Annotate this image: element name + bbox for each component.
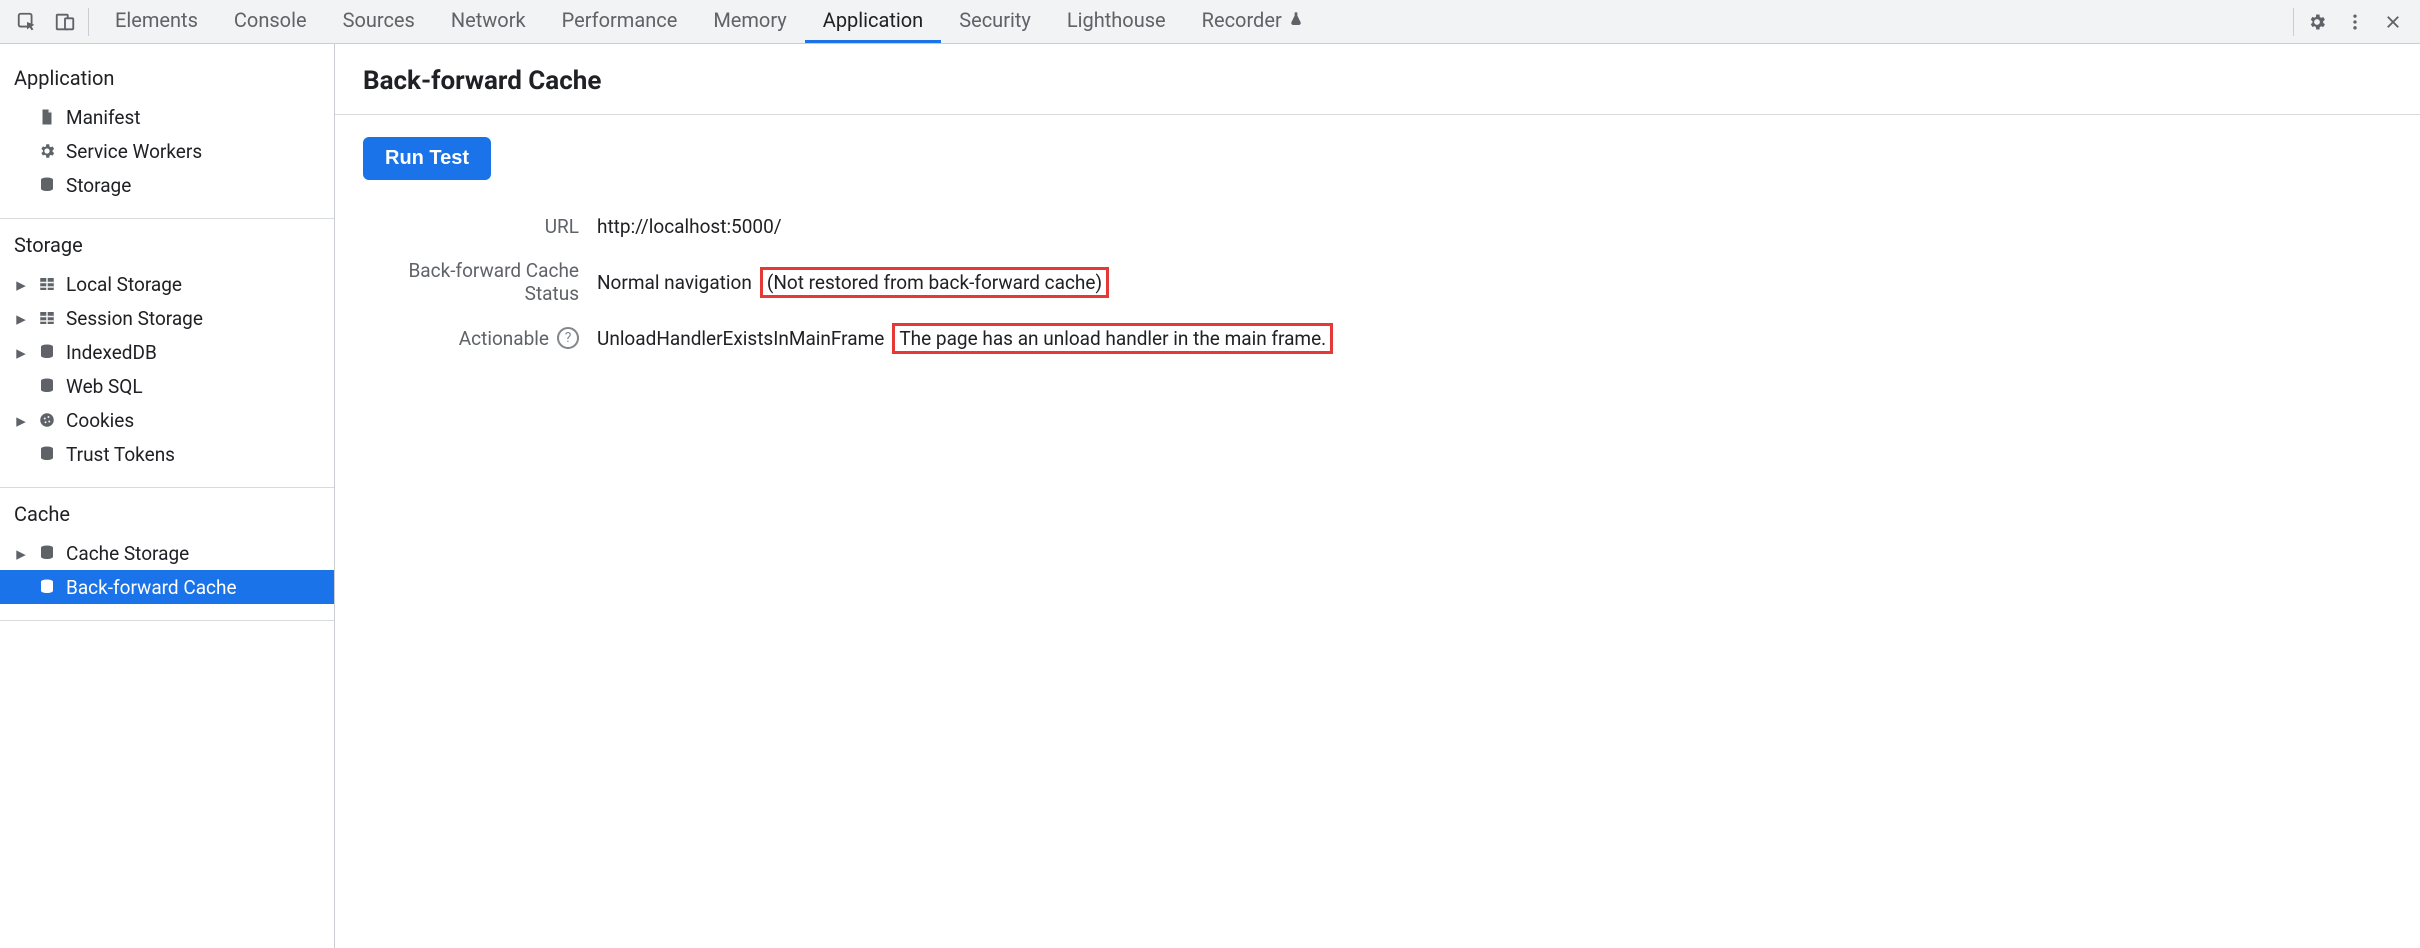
chevron-right-icon[interactable]: ▸ bbox=[14, 311, 28, 325]
sidebar-section-title: Cache bbox=[0, 488, 334, 534]
sidebar-item-service-workers[interactable]: ▸ Service Workers bbox=[0, 134, 334, 168]
sidebar-item-web-sql[interactable]: ▸ Web SQL bbox=[0, 369, 334, 403]
chevron-right-icon[interactable]: ▸ bbox=[14, 413, 28, 427]
tab-label: Elements bbox=[115, 8, 198, 32]
sidebar-item-label: Cookies bbox=[66, 409, 134, 432]
content-panel: Back-forward Cache Run Test URL http://l… bbox=[335, 44, 2420, 948]
sidebar-item-label: IndexedDB bbox=[66, 341, 157, 364]
tab-label: Network bbox=[451, 8, 526, 32]
sidebar-section-application: ▸ Manifest ▸ Service Workers ▸ Storage bbox=[0, 98, 334, 212]
page-title: Back-forward Cache bbox=[335, 44, 2420, 115]
storage-icon bbox=[36, 542, 58, 564]
file-icon bbox=[36, 106, 58, 128]
tab-label: Application bbox=[823, 8, 923, 32]
tab-console[interactable]: Console bbox=[216, 0, 325, 43]
tab-label: Console bbox=[234, 8, 307, 32]
sidebar-item-storage[interactable]: ▸ Storage bbox=[0, 168, 334, 202]
bfcache-report: URL http://localhost:5000/ Back-forward … bbox=[335, 190, 2420, 374]
storage-icon bbox=[36, 341, 58, 363]
table-icon bbox=[36, 273, 58, 295]
sidebar-item-label: Service Workers bbox=[66, 140, 202, 163]
chevron-right-icon[interactable]: ▸ bbox=[14, 277, 28, 291]
report-label: URL bbox=[363, 215, 597, 238]
devtools-tabstrip: Elements Console Sources Network Perform… bbox=[0, 0, 2420, 44]
sidebar-section-title: Application bbox=[0, 52, 334, 98]
tab-lighthouse[interactable]: Lighthouse bbox=[1049, 0, 1184, 43]
report-row-actionable: Actionable ? UnloadHandlerExistsInMainFr… bbox=[363, 310, 2392, 366]
sidebar-item-label: Local Storage bbox=[66, 273, 182, 296]
more-vert-icon[interactable] bbox=[2342, 9, 2368, 35]
table-icon bbox=[36, 307, 58, 329]
chevron-right-icon[interactable]: ▸ bbox=[14, 546, 28, 560]
tab-label: Recorder bbox=[1202, 8, 1282, 32]
sidebar-section-title: Storage bbox=[0, 219, 334, 265]
application-sidebar: Application ▸ Manifest ▸ Service Workers… bbox=[0, 44, 335, 948]
storage-icon bbox=[36, 174, 58, 196]
sidebar-item-session-storage[interactable]: ▸ Session Storage bbox=[0, 301, 334, 335]
actionable-message-highlight: The page has an unload handler in the ma… bbox=[892, 323, 1333, 354]
status-text: Normal navigation bbox=[597, 271, 752, 294]
sidebar-item-back-forward-cache[interactable]: ▸ Back-forward Cache bbox=[0, 570, 334, 604]
sidebar-item-label: Cache Storage bbox=[66, 542, 189, 565]
cookie-icon bbox=[36, 409, 58, 431]
flask-icon bbox=[1288, 8, 1304, 32]
sidebar-item-label: Back-forward Cache bbox=[66, 576, 237, 599]
sidebar-item-label: Storage bbox=[66, 174, 131, 197]
tab-label: Security bbox=[959, 8, 1031, 32]
sidebar-item-label: Manifest bbox=[66, 106, 141, 129]
tab-label: Performance bbox=[562, 8, 678, 32]
sidebar-item-label: Trust Tokens bbox=[66, 443, 175, 466]
tab-performance[interactable]: Performance bbox=[544, 0, 696, 43]
sidebar-item-indexeddb[interactable]: ▸ IndexedDB bbox=[0, 335, 334, 369]
settings-icon[interactable] bbox=[2304, 9, 2330, 35]
report-row-url: URL http://localhost:5000/ bbox=[363, 198, 2392, 254]
report-row-status: Back-forward Cache Status Normal navigat… bbox=[363, 254, 2392, 310]
tab-sources[interactable]: Sources bbox=[325, 0, 433, 43]
help-icon[interactable]: ? bbox=[557, 327, 579, 349]
storage-icon bbox=[36, 375, 58, 397]
sidebar-item-cookies[interactable]: ▸ Cookies bbox=[0, 403, 334, 437]
report-label: Back-forward Cache Status bbox=[363, 259, 597, 305]
chevron-right-icon[interactable]: ▸ bbox=[14, 345, 28, 359]
tab-label: Memory bbox=[713, 8, 786, 32]
report-label-text: Actionable bbox=[459, 327, 549, 350]
sidebar-section-storage: ▸ Local Storage ▸ Session Storage ▸ Inde… bbox=[0, 265, 334, 481]
status-not-restored-highlight: (Not restored from back-forward cache) bbox=[760, 267, 1109, 298]
inspect-element-icon[interactable] bbox=[14, 9, 40, 35]
run-test-row: Run Test bbox=[335, 115, 2420, 190]
tab-elements[interactable]: Elements bbox=[97, 0, 216, 43]
sidebar-item-label: Web SQL bbox=[66, 375, 143, 398]
tab-label: Sources bbox=[343, 8, 415, 32]
tabstrip-left-tools bbox=[4, 8, 89, 36]
tabstrip-right-tools bbox=[2293, 8, 2416, 36]
report-value: UnloadHandlerExistsInMainFrame The page … bbox=[597, 323, 1333, 354]
workspace: Application ▸ Manifest ▸ Service Workers… bbox=[0, 44, 2420, 948]
sidebar-item-manifest[interactable]: ▸ Manifest bbox=[0, 100, 334, 134]
actionable-reason-code: UnloadHandlerExistsInMainFrame bbox=[597, 327, 884, 350]
device-toggle-icon[interactable] bbox=[52, 9, 78, 35]
sidebar-item-local-storage[interactable]: ▸ Local Storage bbox=[0, 267, 334, 301]
sidebar-section-cache: ▸ Cache Storage ▸ Back-forward Cache bbox=[0, 534, 334, 614]
report-value: http://localhost:5000/ bbox=[597, 215, 782, 238]
storage-icon bbox=[36, 576, 58, 598]
tab-application[interactable]: Application bbox=[805, 0, 941, 43]
report-value: Normal navigation (Not restored from bac… bbox=[597, 267, 1109, 298]
tab-label: Lighthouse bbox=[1067, 8, 1166, 32]
tab-security[interactable]: Security bbox=[941, 0, 1049, 43]
close-icon[interactable] bbox=[2380, 9, 2406, 35]
run-test-button[interactable]: Run Test bbox=[363, 137, 491, 180]
tab-recorder[interactable]: Recorder bbox=[1184, 0, 1322, 43]
sidebar-item-label: Session Storage bbox=[66, 307, 203, 330]
tab-memory[interactable]: Memory bbox=[695, 0, 804, 43]
sidebar-item-cache-storage[interactable]: ▸ Cache Storage bbox=[0, 536, 334, 570]
storage-icon bbox=[36, 443, 58, 465]
report-label: Actionable ? bbox=[363, 327, 597, 350]
devtools-tabs: Elements Console Sources Network Perform… bbox=[97, 0, 1322, 43]
gear-icon bbox=[36, 140, 58, 162]
tab-network[interactable]: Network bbox=[433, 0, 544, 43]
sidebar-item-trust-tokens[interactable]: ▸ Trust Tokens bbox=[0, 437, 334, 471]
